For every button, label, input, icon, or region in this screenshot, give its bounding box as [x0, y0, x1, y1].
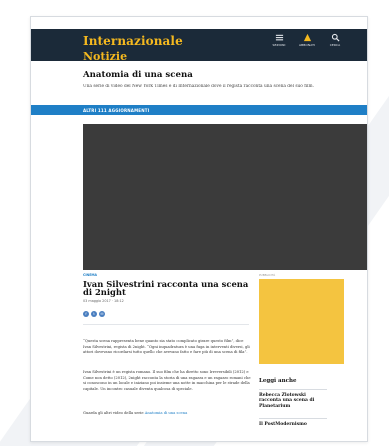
- ad-label: PUBBLICITÀ: [259, 273, 276, 277]
- site-header: Internazionale Notizie SEZIONI ABBONATI: [31, 29, 367, 63]
- site-logo[interactable]: Internazionale: [83, 34, 183, 48]
- article-dateline: 03 maggio 2017 · 18:12: [83, 299, 124, 303]
- header-nav: SEZIONI ABBONATI CERCA: [269, 33, 345, 47]
- article-paragraph: Ivan Silvestrini è un regista romano. Il…: [83, 370, 251, 391]
- article-kicker[interactable]: CINEMA: [83, 273, 97, 277]
- twitter-share-button[interactable]: t: [91, 311, 97, 317]
- divider: [83, 324, 249, 325]
- nav-sections[interactable]: SEZIONI: [269, 33, 289, 47]
- email-share-button[interactable]: ✉: [99, 311, 105, 317]
- article-more: Guarda gli altri video della serie Anato…: [83, 411, 251, 417]
- page-title: Anatomia di una scena: [83, 70, 193, 80]
- search-icon: [331, 33, 340, 42]
- nav-sections-label: SEZIONI: [272, 43, 286, 47]
- nav-search[interactable]: CERCA: [325, 33, 345, 47]
- video-player[interactable]: [83, 124, 367, 270]
- article-title: Ivan Silvestrini racconta una scena di 2…: [83, 279, 249, 297]
- related-article-link[interactable]: Rebecca Zlotowski racconta una scena di …: [259, 389, 327, 409]
- related-article-link[interactable]: Il PostModernismo: [259, 418, 327, 427]
- facebook-share-button[interactable]: f: [83, 311, 89, 317]
- page-subtitle: Una serie di video del New York Times e …: [83, 84, 314, 89]
- updates-bar[interactable]: ALTRI 111 AGGIORNAMENTI: [31, 105, 367, 115]
- share-buttons: f t ✉: [83, 311, 105, 317]
- updates-label: ALTRI 111 AGGIORNAMENTI: [83, 107, 150, 113]
- nav-subscribe-label: ABBONATI: [298, 43, 316, 47]
- grid-icon: [275, 34, 283, 41]
- user-icon: [303, 33, 311, 42]
- section-title[interactable]: Notizie: [83, 50, 127, 63]
- article-paragraph: “Questa scena rappresenta bene quanto si…: [83, 339, 250, 355]
- advertisement[interactable]: [259, 279, 344, 364]
- article-more-prefix: Guarda gli altri video della serie: [83, 411, 144, 415]
- related-title: Leggi anche: [259, 378, 297, 384]
- browser-page: Internazionale Notizie SEZIONI ABBONATI: [30, 16, 368, 442]
- nav-search-label: CERCA: [329, 43, 341, 47]
- nav-subscribe[interactable]: ABBONATI: [297, 33, 317, 47]
- series-link[interactable]: Anatomia di una scena: [145, 411, 188, 415]
